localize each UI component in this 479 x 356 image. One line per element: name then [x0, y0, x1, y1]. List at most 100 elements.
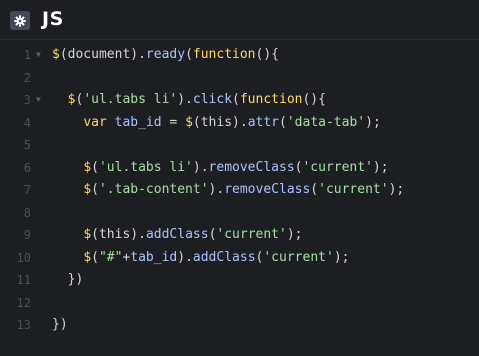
code-text: $('ul.tabs li').removeClass('current');	[52, 157, 389, 179]
line-number: 7	[23, 183, 31, 197]
code-text: $(this).addClass('current');	[52, 224, 302, 246]
code-token: ).	[177, 249, 193, 265]
code-token: (){	[302, 92, 326, 107]
code-line[interactable]: 1 ▼ $(document).ready(function(){	[0, 44, 479, 66]
code-text: $("#"+tab_id).addClass('current');	[52, 247, 349, 269]
editor-header: JS	[0, 0, 479, 40]
line-number: 11	[16, 273, 31, 287]
code-token: $	[83, 182, 92, 197]
code-token: removeClass	[224, 182, 311, 197]
code-token: (	[91, 159, 99, 175]
code-token: addClass	[145, 227, 209, 242]
code-token: (	[91, 182, 99, 197]
code-line[interactable]: 13})	[0, 314, 479, 336]
code-line[interactable]: 5	[0, 134, 479, 156]
settings-button[interactable]	[10, 11, 30, 30]
code-token: removeClass	[208, 159, 295, 175]
code-token: (	[185, 47, 193, 62]
line-number: 10	[16, 250, 31, 265]
code-token: })	[52, 272, 84, 287]
code-token: addClass	[192, 249, 256, 265]
code-line[interactable]: 4 var tab_id = $(this).attr('data-tab');	[0, 112, 479, 134]
code-text: })	[52, 314, 68, 336]
code-token: 'current'	[302, 159, 373, 175]
line-number: 4	[23, 115, 31, 130]
code-token: 'current'	[216, 227, 287, 242]
code-token: );	[388, 182, 405, 197]
code-token: );	[365, 114, 381, 130]
code-token: (this).	[192, 114, 248, 130]
code-line[interactable]: 6 $('ul.tabs li').removeClass('current')…	[0, 157, 479, 179]
code-token: function	[239, 92, 303, 107]
code-text: })	[52, 269, 84, 291]
code-text: $('ul.tabs li').click(function(){	[52, 89, 326, 111]
code-line[interactable]: 7 $('.tab-content').removeClass('current…	[0, 179, 479, 201]
code-token: 'current'	[263, 249, 334, 265]
code-token: $	[185, 114, 193, 130]
code-token: 'current'	[318, 182, 389, 197]
fold-arrow-icon[interactable]: ▼	[36, 89, 41, 111]
code-token: 'data-tab'	[286, 114, 366, 130]
code-line[interactable]: 8	[0, 202, 479, 224]
code-token: tab_id	[114, 114, 162, 130]
code-token: (){	[255, 47, 279, 62]
line-number: 13	[16, 318, 31, 332]
code-token: (document).	[59, 47, 146, 62]
code-token: 'ul.tabs li'	[98, 159, 193, 175]
code-token: $	[83, 249, 92, 265]
code-text: $(document).ready(function(){	[52, 44, 279, 66]
code-line[interactable]: 10 $("#"+tab_id).addClass('current');	[0, 247, 479, 269]
code-token: (	[310, 182, 319, 197]
code-token: $	[52, 47, 60, 62]
code-token: 'ul.tabs li'	[83, 92, 178, 107]
line-number: 8	[23, 205, 31, 220]
code-token: (	[279, 114, 287, 130]
code-token: "#"	[98, 249, 123, 265]
js-editor-panel: JS 1 ▼ $(document).ready(function(){2 3 ▼ $(…	[0, 0, 479, 356]
code-line[interactable]: 2	[0, 67, 479, 89]
code-line[interactable]: 11 })	[0, 269, 479, 291]
code-line[interactable]: 9 $(this).addClass('current');	[0, 224, 479, 246]
code-token: ).	[177, 92, 193, 107]
line-number: 5	[23, 138, 31, 152]
line-number: 6	[23, 160, 31, 175]
code-text: $('.tab-content').removeClass('current')…	[52, 179, 404, 201]
code-token: tab_id	[130, 249, 178, 265]
code-token: );	[372, 159, 389, 175]
code-token: ).	[192, 159, 209, 175]
code-token: function	[192, 47, 256, 62]
code-token: attr	[247, 114, 280, 130]
code-token: '.tab-content'	[98, 182, 209, 197]
code-token: );	[333, 249, 350, 265]
code-text: var tab_id = $(this).attr('data-tab');	[52, 112, 381, 134]
code-line[interactable]: 3 ▼ $('ul.tabs li').click(function(){	[0, 89, 479, 111]
line-number: 9	[23, 228, 31, 242]
code-token: ).	[208, 182, 225, 197]
code-token: })	[52, 317, 68, 332]
line-number: 2	[23, 70, 31, 85]
code-token: (this).	[91, 227, 146, 242]
code-line[interactable]: 12	[0, 292, 479, 314]
code-token: (	[91, 249, 99, 265]
code-token: $	[83, 159, 92, 175]
panel-title: JS	[42, 8, 64, 30]
code-token: =	[161, 114, 186, 130]
code-token: click	[192, 92, 233, 107]
code-token: (	[232, 92, 240, 107]
line-number: 3	[23, 93, 31, 107]
code-token: $	[83, 227, 92, 242]
fold-arrow-icon[interactable]: ▼	[36, 44, 41, 66]
line-number: 12	[16, 295, 31, 310]
code-editor[interactable]: 1 ▼ $(document).ready(function(){2 3 ▼ $('ul…	[0, 44, 479, 356]
code-token: ready	[145, 47, 186, 62]
line-number: 1	[23, 48, 31, 62]
gear-icon	[14, 14, 26, 27]
code-token: var	[83, 114, 107, 130]
